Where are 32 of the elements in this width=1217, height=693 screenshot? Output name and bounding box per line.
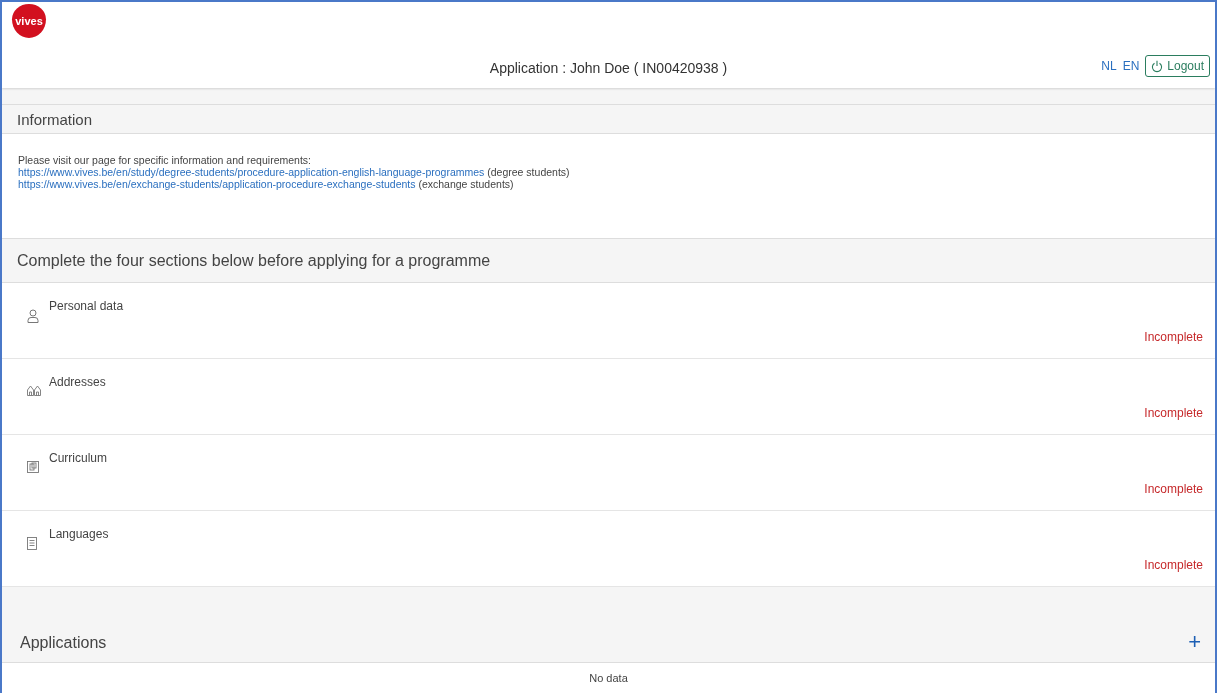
- section-title: Information: [17, 110, 93, 128]
- status-text: Incomplete: [1144, 406, 1203, 420]
- add-button[interactable]: +: [1184, 632, 1205, 652]
- link-note: (degree students): [486, 166, 570, 178]
- language-link[interactable]: NL: [1101, 59, 1117, 73]
- info-text: Please visit our page for specific information and requirements:: [18, 154, 312, 166]
- power-icon: [1151, 59, 1164, 73]
- language-link[interactable]: EN: [1122, 59, 1140, 73]
- section-label: Addresses: [49, 375, 106, 389]
- page-title: Application : John Doe ( IN00420938 ): [489, 59, 728, 76]
- section-row[interactable]: Languages Incomplete: [2, 511, 1215, 587]
- documents-icon: [27, 461, 39, 473]
- houses-icon: [27, 385, 41, 396]
- section-label: Curriculum: [49, 451, 107, 465]
- list-icon: [27, 537, 37, 550]
- status-text: Incomplete: [1144, 482, 1203, 496]
- section-row[interactable]: Curriculum Incomplete: [2, 435, 1215, 511]
- status-text: Incomplete: [1144, 330, 1203, 344]
- link-note: (exchange students): [417, 178, 514, 190]
- section-row[interactable]: Personal data Incomplete: [2, 283, 1215, 359]
- status-text: Incomplete: [1144, 558, 1203, 572]
- section-label: Personal data: [49, 299, 124, 313]
- section-title: Complete the four sections below before applying for a programme: [17, 251, 491, 270]
- logout-button[interactable]: Logout: [1145, 55, 1210, 77]
- info-link[interactable]: https://www.vives.be/en/exchange-students/application-procedure-exchange-students: [18, 178, 416, 190]
- section-label: Languages: [49, 527, 109, 541]
- person-icon: [27, 309, 39, 323]
- section-title: Applications: [20, 634, 107, 652]
- info-link[interactable]: https://www.vives.be/en/study/degree-students/procedure-application-english-language-programmes: [18, 166, 485, 178]
- logo-icon: vives: [12, 4, 46, 38]
- section-row[interactable]: Addresses Incomplete: [2, 359, 1215, 435]
- empty-text: No data: [589, 672, 628, 684]
